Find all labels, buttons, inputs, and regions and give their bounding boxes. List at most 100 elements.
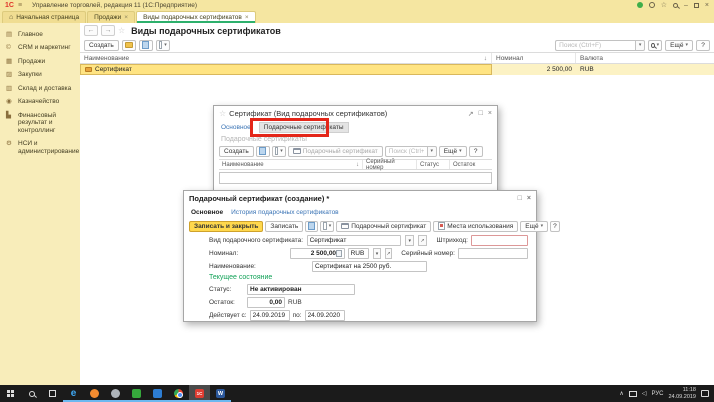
maximize-button[interactable]: □: [479, 110, 483, 117]
sidebar-item-finance[interactable]: ▙ Финансовый результат и контроллинг: [0, 109, 80, 137]
clock[interactable]: 11:18 24.09.2019: [668, 387, 696, 400]
cell-name[interactable]: Сертификат: [80, 64, 492, 75]
taskbar-app-edge[interactable]: e: [63, 385, 84, 402]
language-indicator[interactable]: РУС: [651, 391, 663, 397]
column-serial[interactable]: Серийный номер: [363, 160, 417, 169]
favorites-icon[interactable]: ☆: [661, 1, 667, 9]
tab-close-icon[interactable]: ×: [245, 14, 249, 21]
display-icon[interactable]: [629, 391, 637, 397]
print-gift-certificate-button[interactable]: Подарочный сертификат: [336, 221, 431, 232]
save-and-close-button[interactable]: Записать и закрыть: [189, 221, 263, 232]
name-input[interactable]: [315, 263, 424, 270]
taskbar-app-word[interactable]: W: [210, 385, 231, 402]
name-field[interactable]: [312, 261, 427, 272]
show-hidden-icons-button[interactable]: ∧: [619, 390, 623, 397]
more-button[interactable]: Ещё▾: [520, 221, 548, 232]
search-input[interactable]: [385, 146, 427, 157]
serial-input[interactable]: [461, 250, 525, 257]
barcode-input[interactable]: [474, 237, 525, 244]
sidebar-item-treasury[interactable]: ◉ Казначейство: [0, 95, 80, 108]
help-button[interactable]: ?: [696, 40, 710, 51]
help-button[interactable]: ?: [469, 146, 483, 157]
search-dropdown-button[interactable]: ▾: [635, 40, 645, 51]
kind-open-button[interactable]: ↗: [418, 235, 427, 246]
kind-field[interactable]: [307, 235, 402, 246]
notification-center-icon[interactable]: [701, 390, 709, 397]
tab-gift-certificates[interactable]: Подарочные сертификаты: [259, 122, 349, 133]
close-button[interactable]: ×: [705, 2, 709, 9]
valid-to-field[interactable]: [305, 310, 345, 321]
favorite-star-icon[interactable]: ☆: [118, 26, 125, 35]
service-status-icon[interactable]: [637, 2, 643, 8]
taskbar-app-green[interactable]: [126, 385, 147, 402]
task-view-button[interactable]: [42, 385, 63, 402]
copy-button[interactable]: [139, 40, 153, 51]
close-button[interactable]: ×: [527, 195, 531, 202]
maximize-button[interactable]: □: [518, 195, 522, 202]
open-in-window-icon[interactable]: ↗: [468, 110, 474, 118]
column-status[interactable]: Статус: [417, 160, 450, 169]
sidebar-item-admin[interactable]: ⚙ НСИ и администрирование: [0, 137, 80, 158]
usage-places-button[interactable]: Места использования: [433, 221, 518, 232]
valid-from-input[interactable]: [253, 312, 287, 319]
main-menu-icon[interactable]: ≡: [18, 2, 22, 9]
sidebar-item-crm[interactable]: © CRM и маркетинг: [0, 41, 80, 54]
kind-dropdown-button[interactable]: ▾: [405, 235, 414, 246]
edit-button[interactable]: ▾: [320, 221, 334, 232]
sidebar-item-purchases[interactable]: ▨ Закупки: [0, 68, 80, 81]
taskbar-app-pin[interactable]: [84, 385, 105, 402]
volume-icon[interactable]: ◁: [642, 390, 647, 397]
tab-main[interactable]: Основное: [191, 209, 223, 216]
nominal-field[interactable]: [290, 248, 344, 259]
history-icon[interactable]: [649, 2, 655, 8]
currency-input[interactable]: [351, 250, 367, 257]
favorite-star-icon[interactable]: ☆: [219, 109, 226, 118]
currency-field[interactable]: [348, 248, 370, 259]
edit-button[interactable]: ▾: [272, 146, 286, 157]
kind-input[interactable]: [310, 237, 399, 244]
tab-home[interactable]: ⌂ Начальная страница: [2, 11, 86, 23]
dialog1-new-row[interactable]: [219, 172, 492, 184]
tab-main-link[interactable]: Основное: [221, 124, 251, 131]
calculator-icon[interactable]: [336, 250, 342, 257]
currency-dropdown-button[interactable]: ▾: [373, 248, 380, 259]
cell-currency[interactable]: RUB: [576, 64, 714, 75]
search-input[interactable]: [555, 40, 635, 51]
tab-sales[interactable]: Продажи ×: [87, 11, 135, 23]
start-button[interactable]: [0, 385, 21, 402]
more-button[interactable]: Ещё▾: [439, 146, 467, 157]
column-currency[interactable]: Валюта: [576, 53, 714, 63]
save-button[interactable]: Записать: [265, 221, 303, 232]
taskbar-app-blue[interactable]: [147, 385, 168, 402]
column-name[interactable]: Наименование↓: [219, 160, 363, 169]
create-group-button[interactable]: [122, 40, 136, 51]
nominal-input[interactable]: [293, 250, 336, 257]
taskbar-app-gray[interactable]: [105, 385, 126, 402]
tab-close-icon[interactable]: ×: [124, 14, 128, 21]
copy-button[interactable]: [305, 221, 318, 232]
forward-button[interactable]: →: [101, 25, 115, 36]
valid-to-input[interactable]: [308, 312, 342, 319]
minimize-button[interactable]: –: [684, 2, 688, 9]
tab-history-link[interactable]: История подарочных сертификатов: [231, 209, 339, 216]
column-name[interactable]: Наименование↓: [80, 53, 492, 63]
create-button[interactable]: Создать: [84, 40, 119, 51]
serial-field[interactable]: [458, 248, 528, 259]
column-nominal[interactable]: Номинал: [492, 53, 576, 63]
taskbar-search-button[interactable]: [21, 385, 42, 402]
close-button[interactable]: ×: [488, 110, 492, 117]
taskbar-app-1c[interactable]: 1С: [189, 385, 210, 402]
search-icon[interactable]: [673, 3, 678, 8]
sidebar-item-sales[interactable]: ▦ Продажи: [0, 55, 80, 68]
edit-button[interactable]: ▾: [156, 40, 170, 51]
maximize-button[interactable]: [694, 3, 699, 8]
cell-nominal[interactable]: 2 500,00: [492, 64, 576, 75]
sidebar-item-warehouse[interactable]: ▥ Склад и доставка: [0, 82, 80, 95]
create-button[interactable]: Создать: [219, 146, 254, 157]
copy-button[interactable]: [256, 146, 270, 157]
column-balance[interactable]: Остаток: [450, 160, 492, 169]
search-dropdown-button[interactable]: ▾: [427, 146, 437, 157]
taskbar-app-chrome[interactable]: [168, 385, 189, 402]
sidebar-item-main[interactable]: ▤ Главное: [0, 28, 80, 41]
table-row[interactable]: Сертификат 2 500,00 RUB: [80, 64, 714, 75]
